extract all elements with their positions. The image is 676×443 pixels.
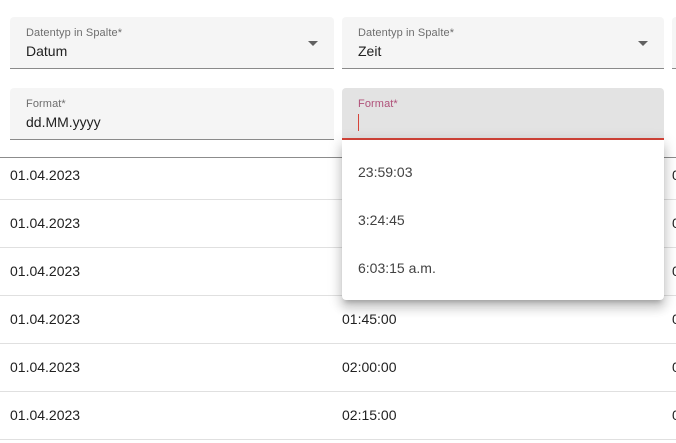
format-options-dropdown: 23:59:03 3:24:45 6:03:15 a.m. — [342, 140, 664, 300]
table-cell-date: 01.04.2023 — [10, 263, 81, 279]
datatype-select-column-1[interactable]: Datentyp in Spalte* Datum — [10, 17, 334, 69]
table-cell-extra: 0 — [672, 407, 676, 423]
format-value-1: dd.MM.yyyy — [26, 114, 101, 130]
format-option[interactable]: 3:24:45 — [342, 196, 664, 244]
table-cell-time: 01:45:00 — [342, 311, 397, 327]
table-cell-extra: 0 — [672, 311, 676, 327]
table-cell-date: 01.04.2023 — [10, 167, 81, 183]
table-row: 01.04.2023 01:45:00 0 — [0, 296, 676, 344]
text-cursor — [358, 114, 359, 131]
table-cell-time: 02:00:00 — [342, 359, 397, 375]
datatype-select-column-2[interactable]: Datentyp in Spalte* Zeit — [342, 17, 664, 69]
table-cell-extra: 0 — [672, 215, 676, 231]
datatype-label-1: Datentyp in Spalte* — [26, 27, 123, 39]
format-input-column-1[interactable]: Format* dd.MM.yyyy — [10, 88, 334, 140]
datatype-value-1: Datum — [26, 43, 68, 59]
table-cell-time: 02:15:00 — [342, 407, 397, 423]
table-cell-date: 01.04.2023 — [10, 407, 81, 423]
datatype-select-column-3[interactable] — [672, 17, 676, 69]
format-input-column-2[interactable]: Format* — [342, 88, 664, 140]
table-cell-date: 01.04.2023 — [10, 311, 81, 327]
format-option[interactable]: 23:59:03 — [342, 148, 664, 196]
format-label-1: Format* — [26, 98, 66, 110]
table-row: 01.04.2023 02:15:00 0 — [0, 392, 676, 440]
format-option[interactable]: 6:03:15 a.m. — [342, 244, 664, 292]
page: Datentyp in Spalte* Datum Datentyp in Sp… — [0, 0, 676, 443]
chevron-down-icon[interactable] — [638, 41, 648, 46]
table-cell-date: 01.04.2023 — [10, 359, 81, 375]
table-cell-extra: 0 — [672, 167, 676, 183]
table-cell-extra: 0 — [672, 263, 676, 279]
datatype-label-2: Datentyp in Spalte* — [358, 27, 455, 39]
table-row: 01.04.2023 02:00:00 0 — [0, 344, 676, 392]
format-label-2: Format* — [358, 98, 398, 110]
table-cell-extra: 0 — [672, 359, 676, 375]
datatype-value-2: Zeit — [358, 43, 382, 59]
chevron-down-icon[interactable] — [308, 41, 318, 46]
table-cell-date: 01.04.2023 — [10, 215, 81, 231]
